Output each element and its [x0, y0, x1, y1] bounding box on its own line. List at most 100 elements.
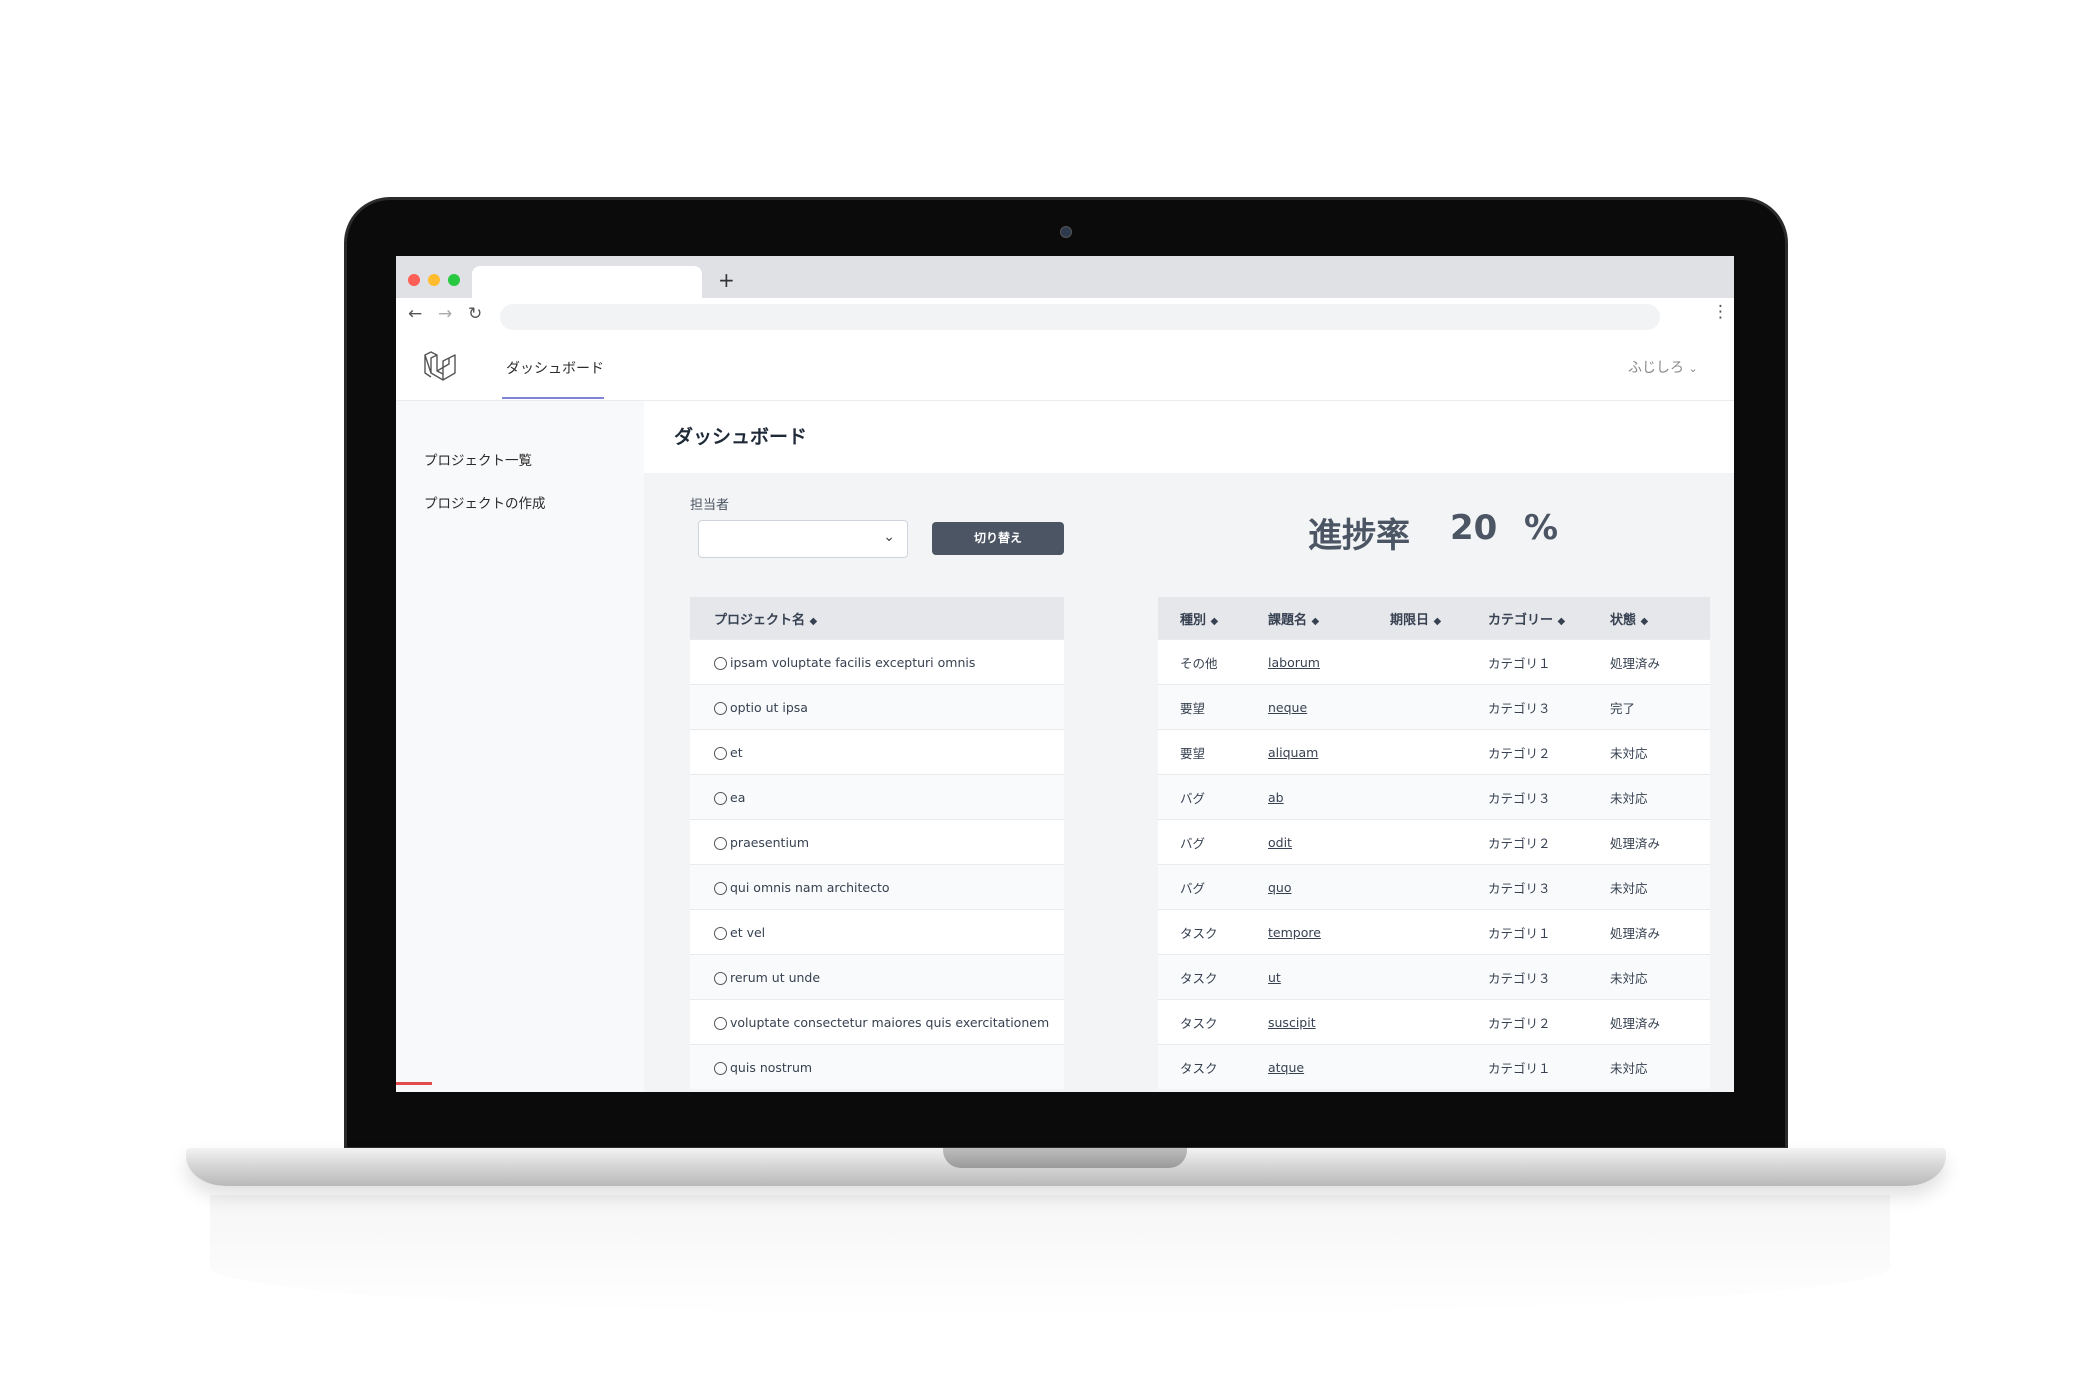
browser-tab[interactable]	[472, 266, 702, 298]
assignee-select[interactable]: ⌄	[698, 520, 908, 558]
laptop-screen: + ← → ↻ ⋮ ダッシュボード ふじしろ ⌄ プロジェクト一覧 プロジェクト…	[396, 256, 1734, 1092]
issue-type: タスク	[1158, 1044, 1246, 1089]
url-input[interactable]	[500, 304, 1660, 330]
table-row: タスク tempore カテゴリ１ 処理済み	[1158, 909, 1710, 955]
user-name: ふじしろ	[1628, 360, 1684, 376]
column-header-status[interactable]: 状態 ◆	[1588, 597, 1710, 640]
issue-due-date	[1368, 864, 1466, 910]
column-header-label: カテゴリー	[1488, 612, 1554, 628]
sidebar-item-create-project[interactable]: プロジェクトの作成	[424, 492, 546, 512]
issue-name-link[interactable]: atque	[1268, 1060, 1304, 1075]
table-row[interactable]: rerum ut unde	[690, 954, 1064, 1000]
issue-type: タスク	[1158, 999, 1246, 1045]
issue-name-cell: laborum	[1246, 639, 1368, 685]
column-header-label: プロジェクト名	[714, 612, 806, 628]
sidebar-item-project-list[interactable]: プロジェクト一覧	[424, 449, 532, 469]
issue-name-link[interactable]: ut	[1268, 970, 1281, 985]
issue-name-cell: quo	[1246, 864, 1368, 910]
project-radio[interactable]	[714, 836, 727, 850]
user-menu-dropdown[interactable]: ふじしろ ⌄	[1628, 357, 1698, 377]
issue-name-link[interactable]: quo	[1268, 880, 1292, 895]
table-row[interactable]: ea	[690, 774, 1064, 820]
issue-name-link[interactable]: tempore	[1268, 925, 1321, 940]
nav-dashboard-link[interactable]: ダッシュボード	[506, 358, 604, 378]
sort-icon: ◆	[1557, 615, 1566, 627]
table-row[interactable]: quis nostrum	[690, 1044, 1064, 1089]
table-row[interactable]: ipsam voluptate facilis excepturi omnis	[690, 639, 1064, 685]
issue-status: 処理済み	[1588, 639, 1710, 685]
reload-icon[interactable]: ↻	[468, 304, 482, 324]
issue-type: その他	[1158, 639, 1246, 685]
project-cell: et	[690, 729, 1064, 775]
project-radio[interactable]	[714, 881, 727, 895]
laravel-logo-icon[interactable]	[422, 349, 458, 385]
issue-status: 未対応	[1588, 774, 1710, 820]
issue-table: 種別 ◆ 課題名 ◆ 期限日 ◆ カテゴリー ◆ 状態 ◆ その他 laborum…	[1158, 597, 1710, 1089]
project-radio[interactable]	[714, 926, 727, 940]
issue-status: 処理済み	[1588, 999, 1710, 1045]
issue-type: バグ	[1158, 819, 1246, 865]
issue-category: カテゴリ２	[1466, 729, 1588, 775]
table-row[interactable]: optio ut ipsa	[690, 684, 1064, 730]
page-title: ダッシュボード	[674, 426, 808, 448]
project-radio[interactable]	[714, 1016, 727, 1030]
minimize-window-dot[interactable]	[428, 274, 440, 286]
column-header-project-name[interactable]: プロジェクト名 ◆	[690, 597, 1064, 640]
project-cell: quis nostrum	[690, 1044, 1064, 1089]
project-name: et	[730, 744, 743, 760]
issue-category: カテゴリ２	[1466, 819, 1588, 865]
issue-category: カテゴリ１	[1466, 639, 1588, 685]
project-cell: qui omnis nam architecto	[690, 864, 1064, 910]
close-window-dot[interactable]	[408, 274, 420, 286]
maximize-window-dot[interactable]	[448, 274, 460, 286]
table-row: バグ quo カテゴリ３ 未対応	[1158, 864, 1710, 910]
issue-name-link[interactable]: neque	[1268, 700, 1307, 715]
browser-menu-icon[interactable]: ⋮	[1712, 302, 1729, 322]
issue-category: カテゴリ１	[1466, 909, 1588, 955]
project-radio[interactable]	[714, 701, 727, 715]
project-table: プロジェクト名 ◆ ipsam voluptate facilis except…	[690, 597, 1064, 1089]
project-radio[interactable]	[714, 1061, 727, 1075]
project-radio[interactable]	[714, 971, 727, 985]
project-name: ea	[730, 789, 746, 805]
issue-status: 未対応	[1588, 954, 1710, 1000]
column-header-type[interactable]: 種別 ◆	[1158, 597, 1246, 640]
table-row[interactable]: praesentium	[690, 819, 1064, 865]
table-row[interactable]: qui omnis nam architecto	[690, 864, 1064, 910]
issue-due-date	[1368, 909, 1466, 955]
issue-name-cell: tempore	[1246, 909, 1368, 955]
project-radio[interactable]	[714, 746, 727, 760]
column-header-category[interactable]: カテゴリー ◆	[1466, 597, 1588, 640]
table-row[interactable]: et	[690, 729, 1064, 775]
issue-due-date	[1368, 639, 1466, 685]
progress-value: 20	[1450, 508, 1498, 548]
table-row: その他 laborum カテゴリ１ 処理済み	[1158, 639, 1710, 685]
issue-category: カテゴリ３	[1466, 774, 1588, 820]
project-name: praesentium	[730, 834, 810, 850]
back-icon[interactable]: ←	[408, 304, 422, 324]
project-cell: praesentium	[690, 819, 1064, 865]
issue-category: カテゴリ３	[1466, 684, 1588, 730]
project-name: optio ut ipsa	[730, 699, 808, 715]
chevron-down-icon: ⌄	[883, 529, 895, 545]
table-row[interactable]: et vel	[690, 909, 1064, 955]
table-row: タスク suscipit カテゴリ２ 処理済み	[1158, 999, 1710, 1045]
new-tab-button[interactable]: +	[718, 268, 735, 292]
progress-label: 進捗率	[1308, 516, 1410, 556]
issue-status: 処理済み	[1588, 909, 1710, 955]
debug-toolbar-tab[interactable]	[396, 1082, 432, 1085]
project-radio[interactable]	[714, 656, 727, 670]
issue-name-link[interactable]: aliquam	[1268, 745, 1318, 760]
forward-icon[interactable]: →	[438, 304, 452, 324]
column-header-due-date[interactable]: 期限日 ◆	[1368, 597, 1466, 640]
issue-name-link[interactable]: laborum	[1268, 655, 1320, 670]
issue-name-link[interactable]: ab	[1268, 790, 1284, 805]
switch-button[interactable]: 切り替え	[932, 522, 1064, 555]
table-row[interactable]: voluptate consectetur maiores quis exerc…	[690, 999, 1064, 1045]
issue-name-link[interactable]: suscipit	[1268, 1015, 1316, 1030]
column-header-label: 課題名	[1268, 612, 1308, 628]
issue-name-cell: odit	[1246, 819, 1368, 865]
column-header-issue-name[interactable]: 課題名 ◆	[1246, 597, 1368, 640]
project-radio[interactable]	[714, 791, 727, 805]
issue-name-link[interactable]: odit	[1268, 835, 1292, 850]
